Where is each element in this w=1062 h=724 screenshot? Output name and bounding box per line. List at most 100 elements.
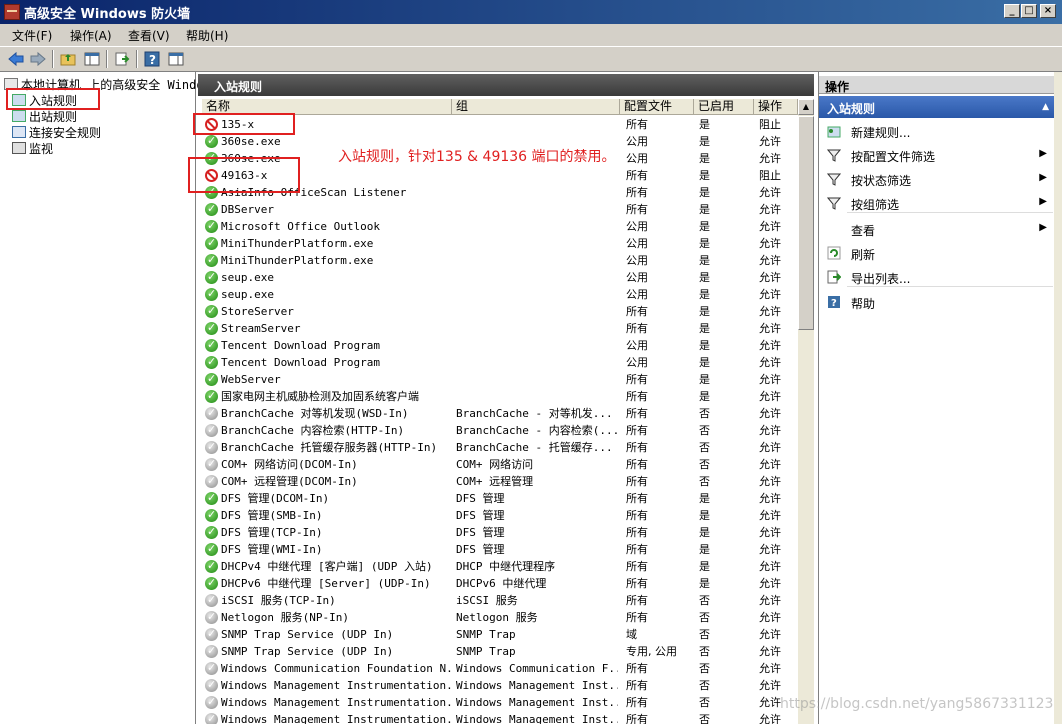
menu-view[interactable]: 查看(V) [128,27,170,44]
up-folder-button[interactable] [58,50,78,68]
folder-up-icon [60,54,76,66]
table-row[interactable]: DFS 管理(DCOM-In) DFS 管理 所有 是 允许 [198,489,798,507]
allow-rule-icon [205,353,218,370]
action-separator [847,286,1053,287]
collapse-icon[interactable]: ▲ [1042,102,1049,112]
table-row[interactable]: WebServer 所有 是 允许 [198,370,798,388]
menu-help[interactable]: 帮助(H) [186,27,228,44]
disabled-rule-icon [205,608,218,625]
table-row[interactable]: DFS 管理(WMI-In) DFS 管理 所有 是 允许 [198,540,798,558]
minimize-button[interactable]: _ [1004,4,1020,18]
action-item[interactable]: 按组筛选 ▶ [819,192,1055,214]
vertical-scrollbar[interactable]: ▲ [798,99,814,724]
column-header-group[interactable]: 组 [452,99,620,115]
table-row[interactable]: Tencent Download Program 公用 是 允许 [198,336,798,354]
rule-action: 允许 [759,441,781,454]
table-row[interactable]: DBServer 所有 是 允许 [198,200,798,218]
action-item[interactable]: 按状态筛选 ▶ [819,168,1055,190]
allow-rule-icon [205,234,218,251]
table-row[interactable]: 国家电网主机威胁检测及加固系统客户端 所有 是 允许 [198,387,798,405]
rule-profile: 所有 [626,526,648,539]
right-scrollbar[interactable] [1054,72,1062,724]
table-row[interactable]: seup.exe 公用 是 允许 [198,268,798,286]
scroll-thumb[interactable] [798,116,814,330]
watermark: https://blog.csdn.net/yang5867331123 [780,696,1054,712]
forward-button[interactable] [28,50,48,68]
table-row[interactable]: DHCPv6 中继代理 [Server] (UDP-In) DHCPv6 中继代理… [198,574,798,592]
export-button[interactable] [112,50,132,68]
table-row[interactable]: MiniThunderPlatform.exe 公用 是 允许 [198,234,798,252]
rule-profile: 公用 [626,254,648,267]
rule-profile: 所有 [626,305,648,318]
rule-action: 允许 [759,594,781,607]
table-row[interactable]: Windows Management Instrumentation... Win… [198,710,798,724]
rule-enabled: 否 [699,458,710,471]
table-row[interactable]: BranchCache 托管缓存服务器(HTTP-In) BranchCache … [198,438,798,456]
rule-name: iSCSI 服务(TCP-In) [221,594,336,607]
maximize-button[interactable]: □ [1021,4,1037,18]
rule-enabled: 是 [699,254,710,267]
rule-group: DFS 管理 [456,509,505,522]
menu-file[interactable]: 文件(F) [12,27,52,44]
help-button[interactable]: ? [142,50,162,68]
rule-enabled: 是 [699,135,710,148]
table-row[interactable]: DFS 管理(TCP-In) DFS 管理 所有 是 允许 [198,523,798,541]
rule-enabled: 是 [699,526,710,539]
column-header-action[interactable]: 操作 [754,99,798,115]
column-header-profile[interactable]: 配置文件 [620,99,694,115]
table-row[interactable]: DFS 管理(SMB-In) DFS 管理 所有 是 允许 [198,506,798,524]
rule-name: COM+ 远程管理(DCOM-In) [221,475,358,488]
table-row[interactable]: DHCPv4 中继代理 [客户端] (UDP 入站) DHCP 中继代理程序 所有 是… [198,557,798,575]
action-item[interactable]: 按配置文件筛选 ▶ [819,144,1055,166]
close-button[interactable]: × [1040,4,1056,18]
table-row[interactable]: Netlogon 服务(NP-In) Netlogon 服务 所有 否 允许 [198,608,798,626]
tree-item-connection-security-rules[interactable]: 连接安全规则 [12,124,101,141]
show-hide-action-pane-button[interactable] [166,50,186,68]
rule-profile: 所有 [626,424,648,437]
table-row[interactable]: Windows Management Instrumentation... Win… [198,676,798,694]
show-hide-tree-button[interactable] [82,50,102,68]
action-item[interactable]: ? 帮助 [819,291,1055,313]
highlight-box-inbound-rules [6,88,100,110]
table-row[interactable]: SNMP Trap Service (UDP In) SNMP Trap 专用, 公… [198,642,798,660]
rule-profile: 专用, 公用 [626,645,677,658]
rule-profile: 公用 [626,356,648,369]
scroll-up-icon[interactable]: ▲ [798,99,814,115]
rule-enabled: 是 [699,203,710,216]
rule-profile: 所有 [626,679,648,692]
action-item[interactable]: 导出列表... [819,266,1055,288]
rule-enabled: 是 [699,560,710,573]
table-row[interactable]: Windows Communication Foundation N... Win… [198,659,798,677]
table-row[interactable]: MiniThunderPlatform.exe 公用 是 允许 [198,251,798,269]
table-row[interactable]: StreamServer 所有 是 允许 [198,319,798,337]
table-row[interactable]: COM+ 网络访问(DCOM-In) COM+ 网络访问 所有 否 允许 [198,455,798,473]
table-row[interactable]: Windows Management Instrumentation... Win… [198,693,798,711]
rule-name: DFS 管理(DCOM-In) [221,492,330,505]
allow-rule-icon [205,336,218,353]
table-row[interactable]: COM+ 远程管理(DCOM-In) COM+ 远程管理 所有 否 允许 [198,472,798,490]
table-row[interactable]: Tencent Download Program 公用 是 允许 [198,353,798,371]
back-button[interactable] [6,50,26,68]
rule-action: 允许 [759,543,781,556]
rule-profile: 所有 [626,390,648,403]
table-row[interactable]: Microsoft Office Outlook 公用 是 允许 [198,217,798,235]
table-row[interactable]: SNMP Trap Service (UDP In) SNMP Trap 域 否 允许 [198,625,798,643]
action-item[interactable]: 新建规则... [819,120,1055,142]
toolbar-separator [106,50,108,68]
table-row[interactable]: StoreServer 所有 是 允许 [198,302,798,320]
table-row[interactable]: seup.exe 公用 是 允许 [198,285,798,303]
table-row[interactable]: BranchCache 对等机发现(WSD-In) BranchCache - 对… [198,404,798,422]
toolbar-separator [136,50,138,68]
table-row[interactable]: iSCSI 服务(TCP-In) iSCSI 服务 所有 否 允许 [198,591,798,609]
allow-rule-icon [205,557,218,574]
tree-item-outbound-rules[interactable]: 出站规则 [12,108,77,125]
actions-section-inbound-rules[interactable]: 入站规则 ▲ [819,96,1055,118]
table-row[interactable]: BranchCache 内容检索(HTTP-In) BranchCache - 内… [198,421,798,439]
rule-action: 允许 [759,713,781,724]
action-item[interactable]: 查看 ▶ [819,218,1055,240]
column-header-enabled[interactable]: 已启用 [694,99,754,115]
rule-name: MiniThunderPlatform.exe [221,254,374,267]
action-item[interactable]: 刷新 [819,242,1055,264]
tree-item-monitoring[interactable]: 监视 [12,140,53,157]
menu-action[interactable]: 操作(A) [70,27,112,44]
